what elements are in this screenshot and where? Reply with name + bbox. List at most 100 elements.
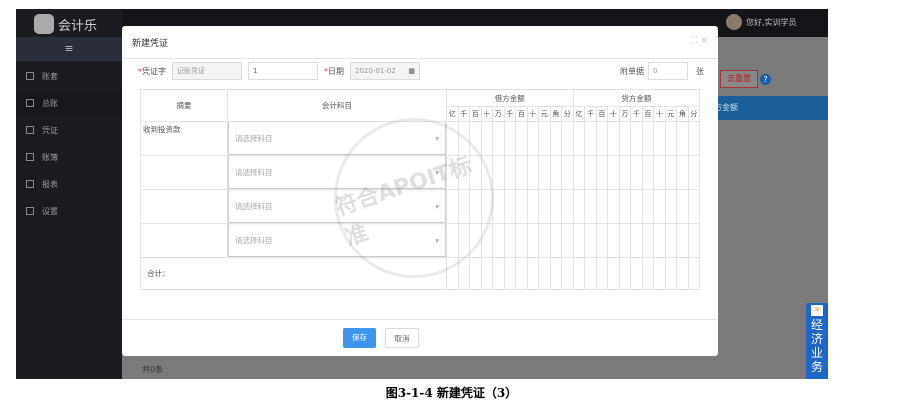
sidebar-item-4[interactable]: 报表 — [16, 171, 122, 197]
amount-cell[interactable] — [480, 257, 493, 290]
amount-cell[interactable] — [584, 257, 597, 290]
amount-cell[interactable] — [492, 257, 505, 290]
amount-cell[interactable] — [503, 155, 516, 190]
sidebar-item-3[interactable]: 账簿 — [16, 144, 122, 170]
amount-cell[interactable] — [618, 223, 632, 258]
amount-cell[interactable] — [469, 155, 482, 190]
amount-cell[interactable] — [618, 257, 632, 290]
amount-cell[interactable] — [446, 189, 459, 224]
amount-cell[interactable] — [572, 155, 586, 190]
amount-cell[interactable] — [641, 189, 655, 224]
amount-cell[interactable] — [446, 257, 459, 290]
summary-cell[interactable] — [140, 189, 228, 224]
amount-cell[interactable] — [687, 223, 701, 258]
amount-cell[interactable] — [653, 223, 666, 258]
amount-cell[interactable] — [457, 223, 470, 258]
amount-cell[interactable] — [492, 223, 505, 258]
amount-cell[interactable] — [584, 155, 597, 190]
amount-cell[interactable] — [595, 155, 609, 190]
amount-cell[interactable] — [630, 257, 643, 290]
amount-cell[interactable] — [595, 121, 609, 156]
reset-button[interactable]: 去重置 — [720, 70, 758, 88]
voucher-word-input[interactable]: 记账凭证 — [172, 62, 242, 80]
save-button[interactable]: 保存 — [343, 328, 376, 348]
close-icon[interactable]: × — [700, 36, 708, 46]
amount-cell[interactable] — [503, 223, 516, 258]
amount-cell[interactable] — [515, 189, 528, 224]
account-select[interactable]: 请选择科目 ▾ — [228, 190, 446, 223]
amount-cell[interactable] — [584, 121, 597, 156]
amount-cell[interactable] — [526, 155, 539, 190]
amount-cell[interactable] — [538, 155, 551, 190]
amount-cell[interactable] — [561, 223, 574, 258]
amount-cell[interactable] — [664, 189, 678, 224]
sidebar-item-0[interactable]: 账套 — [16, 63, 122, 89]
amount-cell[interactable] — [538, 223, 551, 258]
amount-cell[interactable] — [618, 189, 632, 224]
user-menu[interactable]: 您好,实训学员 — [726, 14, 797, 30]
amount-cell[interactable] — [687, 155, 701, 190]
amount-cell[interactable] — [572, 257, 586, 290]
maximize-icon[interactable]: ⛶ — [691, 36, 697, 46]
amount-cell[interactable] — [561, 257, 574, 290]
amount-cell[interactable] — [607, 257, 620, 290]
amount-cell[interactable] — [492, 189, 505, 224]
amount-cell[interactable] — [526, 189, 539, 224]
amount-cell[interactable] — [446, 121, 459, 156]
amount-cell[interactable] — [549, 223, 562, 258]
amount-cell[interactable] — [446, 223, 459, 258]
amount-cell[interactable] — [584, 189, 597, 224]
amount-cell[interactable] — [676, 257, 689, 290]
amount-cell[interactable] — [469, 223, 482, 258]
amount-cell[interactable] — [572, 223, 586, 258]
amount-cell[interactable] — [457, 155, 470, 190]
summary-cell[interactable] — [140, 155, 228, 190]
amount-cell[interactable] — [480, 223, 493, 258]
amount-cell[interactable] — [641, 257, 655, 290]
amount-cell[interactable] — [515, 121, 528, 156]
amount-cell[interactable] — [664, 257, 678, 290]
amount-cell[interactable] — [653, 155, 666, 190]
amount-cell[interactable] — [538, 189, 551, 224]
amount-cell[interactable] — [561, 155, 574, 190]
amount-cell[interactable] — [607, 189, 620, 224]
amount-cell[interactable] — [469, 121, 482, 156]
amount-cell[interactable] — [572, 189, 586, 224]
amount-cell[interactable] — [687, 189, 701, 224]
economic-business-tab[interactable]: » 经济业务 — [806, 303, 828, 379]
menu-toggle[interactable]: ≡ — [16, 37, 122, 61]
amount-cell[interactable] — [549, 121, 562, 156]
amount-cell[interactable] — [630, 189, 643, 224]
amount-cell[interactable] — [618, 121, 632, 156]
amount-cell[interactable] — [676, 155, 689, 190]
amount-cell[interactable] — [457, 189, 470, 224]
amount-cell[interactable] — [469, 189, 482, 224]
amount-cell[interactable] — [549, 189, 562, 224]
account-select[interactable]: 请选择科目 ▾ — [228, 122, 446, 155]
amount-cell[interactable] — [595, 257, 609, 290]
amount-cell[interactable] — [664, 223, 678, 258]
amount-cell[interactable] — [687, 121, 701, 156]
amount-cell[interactable] — [561, 121, 574, 156]
amount-cell[interactable] — [607, 223, 620, 258]
amount-cell[interactable] — [641, 121, 655, 156]
amount-cell[interactable] — [446, 155, 459, 190]
summary-cell[interactable]: 收到投资款 — [140, 121, 228, 156]
amount-cell[interactable] — [595, 223, 609, 258]
sidebar-item-2[interactable]: 凭证 — [16, 117, 122, 143]
amount-cell[interactable] — [607, 155, 620, 190]
amount-cell[interactable] — [515, 257, 528, 290]
amount-cell[interactable] — [664, 121, 678, 156]
amount-cell[interactable] — [630, 121, 643, 156]
amount-cell[interactable] — [549, 155, 562, 190]
amount-cell[interactable] — [584, 223, 597, 258]
amount-cell[interactable] — [607, 121, 620, 156]
amount-cell[interactable] — [618, 155, 632, 190]
amount-cell[interactable] — [457, 257, 470, 290]
amount-cell[interactable] — [503, 257, 516, 290]
amount-cell[interactable] — [492, 121, 505, 156]
help-icon[interactable]: ? — [760, 74, 771, 85]
amount-cell[interactable] — [515, 155, 528, 190]
amount-cell[interactable] — [515, 223, 528, 258]
amount-cell[interactable] — [572, 121, 586, 156]
